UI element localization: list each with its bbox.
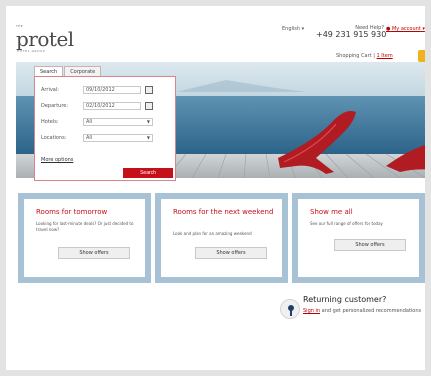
chevron-down-icon: ▼ [146,135,150,140]
card-rooms-weekend: Rooms for the next weekend Look and plan… [155,193,288,283]
my-account-link[interactable]: ● My account ▾ [386,26,425,32]
departure-label: Departure: [41,103,69,109]
chevron-down-icon: ▾ [422,26,425,32]
card-text: See our full range of offers for today [310,221,383,226]
hotels-select[interactable]: All ▼ [83,118,153,126]
arrival-input[interactable]: 09/10/2012 [83,86,141,94]
cart-count-link[interactable]: 1 Item [377,53,393,59]
language-selector[interactable]: English ▾ [282,26,304,32]
calendar-icon[interactable] [145,102,153,110]
hotels-label: Hotels: [41,119,59,125]
card-title: Rooms for the next weekend [173,208,274,216]
card-show-me-all: Show me all See our full range of offers… [292,193,425,283]
search-panel: Arrival: 09/10/2012 Departure: 02/10/201… [34,76,176,181]
user-icon: ● [386,26,391,32]
key-icon [288,305,294,316]
departure-input[interactable]: 02/10/2012 [83,102,141,110]
shopping-bag-icon[interactable] [418,50,425,62]
arrival-label: Arrival: [41,87,59,93]
chevron-down-icon: ▼ [146,119,150,124]
chevron-down-icon: ▾ [301,26,305,32]
calendar-icon[interactable] [145,86,153,94]
locations-select[interactable]: All ▼ [83,134,153,142]
more-options-link[interactable]: More options [41,157,73,163]
language-label: English [282,26,301,32]
my-account-label: My account [391,26,421,32]
sign-in-link[interactable]: Sign in [303,308,320,314]
logo-group: HOTEL GROUP [17,49,46,53]
card-text: Look and plan for an amazing weekend [173,231,252,236]
locations-label: Locations: [41,135,67,141]
logo-word: protel [16,27,74,51]
card-title: Rooms for tomorrow [36,208,108,216]
locations-value: All [86,135,93,141]
returning-customer-subtitle: Sign in and get personalized recommendat… [303,308,421,314]
returning-customer-title: Returning customer? [303,295,387,304]
show-offers-button[interactable]: Show offers [58,247,130,259]
phone-number[interactable]: +49 231 915 930 [316,30,386,39]
card-rooms-tomorrow: Rooms for tomorrow Looking for last-minu… [18,193,151,283]
search-button[interactable]: Search [123,168,173,178]
show-offers-button[interactable]: Show offers [334,239,406,251]
returning-customer-rest: and get personalized recommendations [321,308,422,314]
cart-label: Shopping Cart [336,53,372,59]
card-text: Looking for last-minute deals? Or just d… [36,221,134,232]
show-offers-button[interactable]: Show offers [195,247,267,259]
page: THE protel HOTEL GROUP English ▾ Need He… [6,6,425,370]
cart-separator: | [373,53,375,59]
returning-customer-icon [280,299,300,319]
shopping-cart[interactable]: Shopping Cart | 1 Item [336,53,393,59]
card-title: Show me all [310,208,353,216]
hotels-value: All [86,119,93,125]
